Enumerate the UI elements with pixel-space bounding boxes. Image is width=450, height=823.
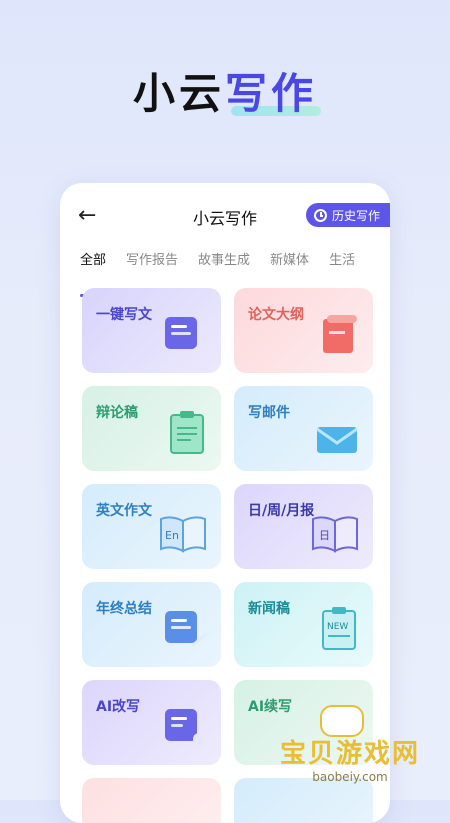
day-label: 日 xyxy=(319,529,330,542)
card-press-release[interactable]: 新闻稿 NEW xyxy=(234,582,373,667)
hero-title-accent: 写作 xyxy=(225,69,318,118)
card-label: 新闻稿 xyxy=(248,601,290,617)
card-label: 辩论稿 xyxy=(96,405,138,421)
watermark: 宝贝游戏网 baobeiy.com xyxy=(279,705,420,784)
clock-icon xyxy=(313,208,327,222)
tab-life[interactable]: 生活 xyxy=(329,249,355,287)
card-partial-right[interactable] xyxy=(234,778,373,823)
hero-title-plain: 小云 xyxy=(132,69,225,118)
hero-title: 小云写作 xyxy=(0,60,450,121)
document-pen-icon xyxy=(161,313,207,361)
card-write-email[interactable]: 写邮件 xyxy=(234,386,373,471)
tab-new-media[interactable]: 新媒体 xyxy=(270,249,309,287)
card-debate-draft[interactable]: 辩论稿 xyxy=(82,386,221,471)
news-clipboard-icon: NEW xyxy=(319,605,359,655)
card-label: AI改写 xyxy=(96,699,141,715)
category-tabs: 全部 写作报告 故事生成 新媒体 生活 xyxy=(60,245,390,297)
card-label: 日/周/月报 xyxy=(248,503,315,519)
history-writing-button[interactable]: 历史写作 xyxy=(305,203,390,227)
card-label: 写邮件 xyxy=(248,405,290,421)
document-wrench-icon xyxy=(161,705,207,753)
day-book-icon: 日 xyxy=(311,513,359,557)
card-thesis-outline[interactable]: 论文大纲 xyxy=(234,288,373,373)
scroll-icon xyxy=(319,313,359,361)
watermark-title: 宝贝游戏网 xyxy=(279,739,420,769)
document-pen-icon xyxy=(161,607,207,655)
card-daily-weekly-monthly-report[interactable]: 日/周/月报 日 xyxy=(234,484,373,569)
card-ai-rewrite[interactable]: AI改写 xyxy=(82,680,221,765)
nav-bar: ← 小云写作 历史写作 xyxy=(60,183,390,245)
new-label: NEW xyxy=(327,622,348,632)
card-label: 英文作文 xyxy=(96,503,152,519)
card-label: 一键写文 xyxy=(96,307,152,323)
card-label: 论文大纲 xyxy=(248,307,304,323)
english-book-icon: En xyxy=(159,513,207,557)
gamepad-icon xyxy=(319,705,364,737)
tab-report[interactable]: 写作报告 xyxy=(126,249,178,287)
card-one-click-write[interactable]: 一键写文 xyxy=(82,288,221,373)
watermark-url: baobeiy.com xyxy=(312,770,388,784)
card-year-end-summary[interactable]: 年终总结 xyxy=(82,582,221,667)
en-label: En xyxy=(165,529,179,542)
card-partial-left[interactable] xyxy=(82,778,221,823)
card-label: 年终总结 xyxy=(96,601,152,617)
history-writing-label: 历史写作 xyxy=(331,208,380,223)
card-english-essay[interactable]: 英文作文 En xyxy=(82,484,221,569)
card-label: AI续写 xyxy=(248,699,293,715)
tab-all[interactable]: 全部 xyxy=(80,249,107,297)
envelope-icon xyxy=(315,419,359,459)
clipboard-icon xyxy=(167,409,207,459)
tab-story[interactable]: 故事生成 xyxy=(198,249,250,287)
